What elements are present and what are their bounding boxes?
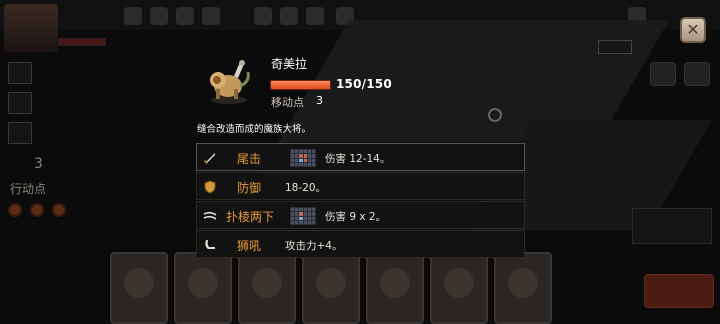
hand-card (302, 252, 360, 324)
close-button[interactable]: ✕ (680, 17, 706, 43)
item-slot (8, 92, 32, 114)
skill-row-tail-strike[interactable]: 尾击 伤害 12-14。 (196, 143, 525, 171)
hand-card (174, 252, 232, 324)
toolbar-icon (124, 7, 142, 25)
hand-card (366, 252, 424, 324)
skill-range-grid (290, 149, 316, 167)
skill-name: 扑棱两下 (226, 210, 275, 224)
item-slot (8, 122, 32, 144)
toolbar-icon (254, 7, 272, 25)
skill-effect: 18-20。 (285, 182, 327, 194)
shield-icon (204, 180, 216, 194)
skill-name: 尾击 (237, 152, 262, 166)
toolbar-icon (176, 7, 194, 25)
skill-row-double-swipe[interactable]: 扑棱两下 伤害 9 x 2。 (196, 201, 525, 229)
hand-card (430, 252, 488, 324)
item-slot (8, 62, 32, 84)
hero-portrait (4, 4, 58, 52)
side-info-panel (632, 208, 712, 244)
unit-description: 缝合改造而成的魔族大将。 (197, 124, 312, 135)
toolbar-icon (150, 7, 168, 25)
skill-list: 尾击 伤害 12-14。 防御 18-20。 扑棱两下 伤害 9 x 2。 狮吼… (196, 143, 525, 259)
close-icon: ✕ (686, 20, 700, 39)
claw-icon (203, 211, 217, 220)
skill-effect: 伤害 12-14。 (325, 153, 391, 165)
unit-hp-bar (270, 80, 331, 90)
action-points-value: 3 (34, 156, 43, 172)
unit-hp-fill (271, 81, 330, 89)
end-turn-button (644, 274, 714, 308)
skill-name: 防御 (237, 181, 262, 195)
sword-icon (203, 153, 215, 165)
unit-name: 奇美拉 (271, 57, 308, 71)
cursor-icon (488, 108, 502, 122)
hand-card (494, 252, 552, 324)
hero-hp-bar (58, 38, 106, 46)
skill-row-lion-roar[interactable]: 狮吼 攻击力+4。 (196, 230, 525, 258)
skill-range-grid (290, 207, 316, 225)
skill-effect: 攻击力+4。 (285, 240, 343, 252)
hand-card (110, 252, 168, 324)
toolbar-icon (280, 7, 298, 25)
map-button (650, 62, 676, 86)
action-point-pip (30, 203, 44, 217)
unit-hp-text: 150/150 (336, 77, 392, 91)
move-points-label: 移动点 (271, 96, 304, 109)
hand-card (238, 252, 296, 324)
roar-icon (205, 240, 215, 249)
chimera-portrait (210, 60, 250, 104)
toolbar-icon (306, 7, 324, 25)
skill-name: 狮吼 (237, 239, 262, 253)
action-point-pip (8, 203, 22, 217)
skill-row-defend[interactable]: 防御 18-20。 (196, 172, 525, 200)
speed-toggle (598, 40, 632, 54)
toolbar-icon (202, 7, 220, 25)
action-points-label: 行动点 (10, 182, 47, 196)
skill-effect: 伤害 9 x 2。 (325, 211, 387, 223)
action-point-pip (52, 203, 66, 217)
move-points-value: 3 (316, 94, 323, 107)
menu-button (684, 62, 710, 86)
